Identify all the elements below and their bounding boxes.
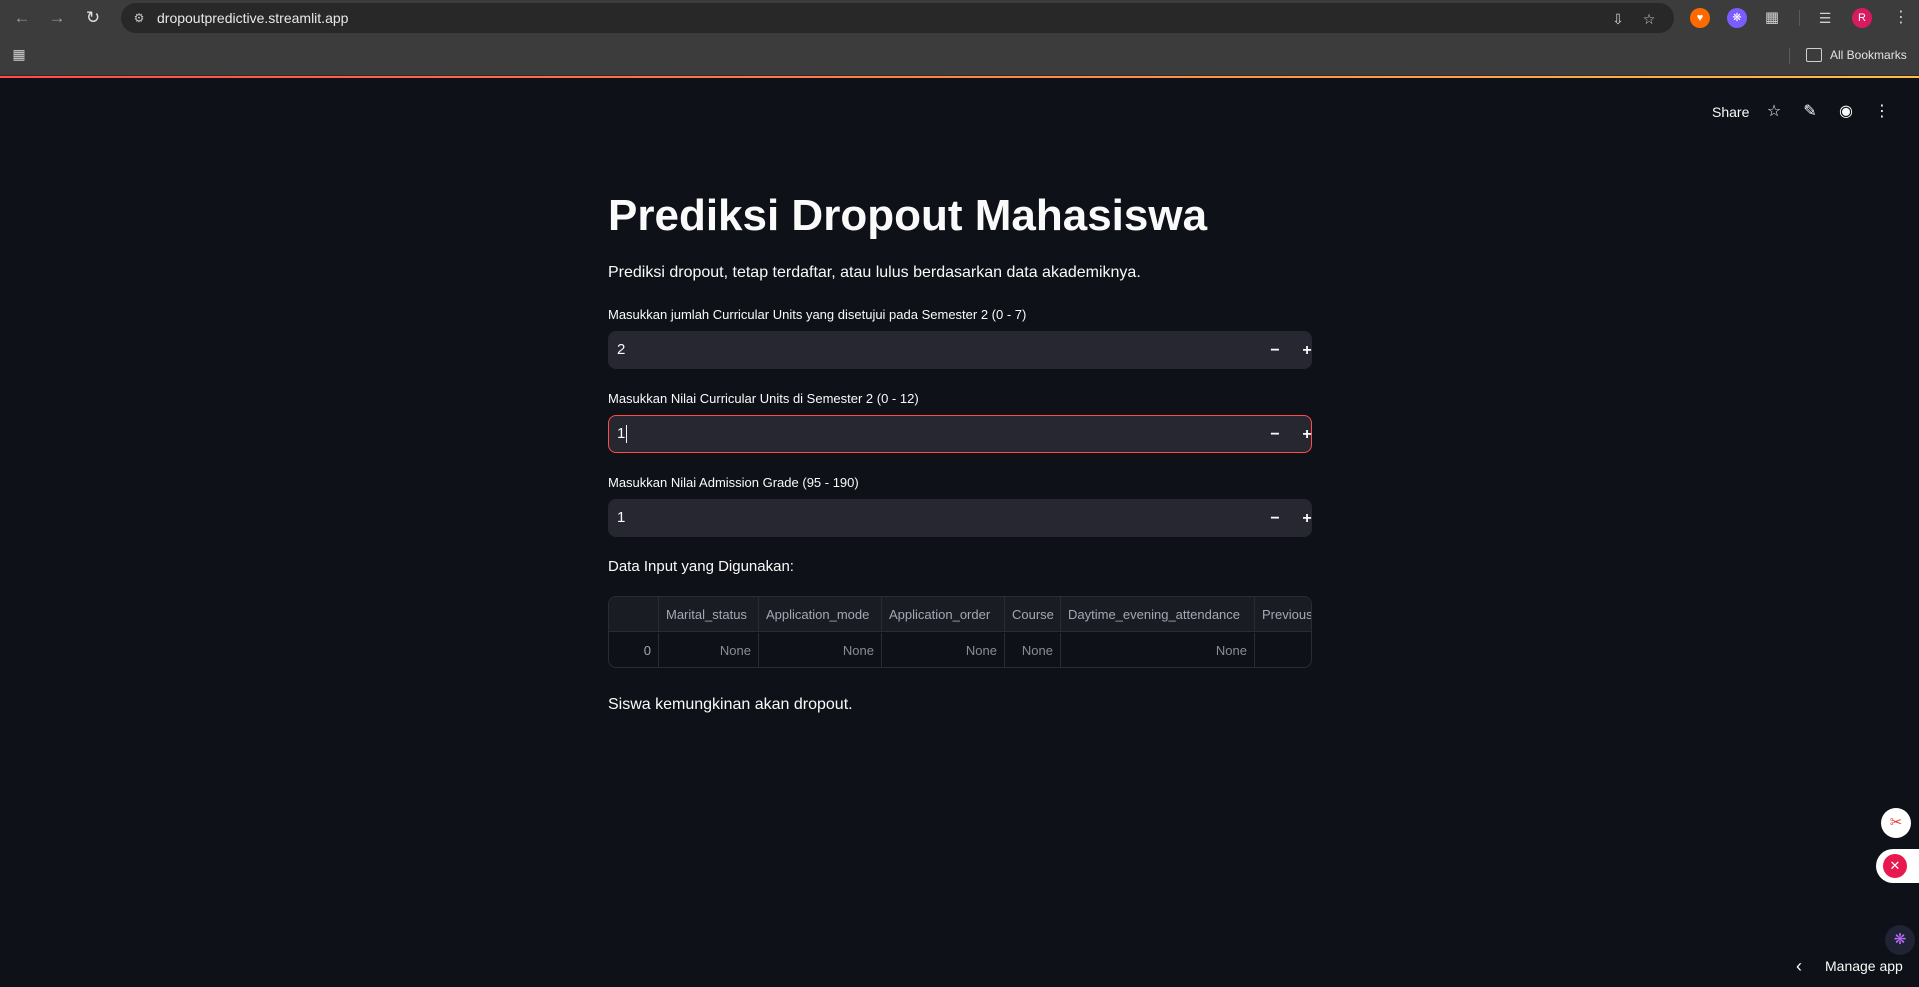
approved-units-input[interactable]: 2 − + [608,331,1312,369]
bookmarks-separator [1789,48,1790,64]
install-app-icon[interactable]: ⇩ [1609,10,1627,28]
all-bookmarks-link[interactable]: All Bookmarks [1830,48,1907,62]
table-cell[interactable]: None [1005,633,1061,667]
table-cell[interactable]: None [759,633,882,667]
chevron-left-icon[interactable]: ‹ [1796,956,1802,977]
site-settings-icon[interactable]: ⚙ [131,10,147,26]
table-cell[interactable] [1255,633,1311,667]
column-header[interactable]: Daytime_evening_attendance [1061,597,1255,632]
reload-icon[interactable]: ↻ [81,6,105,30]
page-subtitle: Prediksi dropout, tetap terdaftar, atau … [608,264,1141,281]
main-menu-icon[interactable]: ⋮ [1872,102,1892,122]
bookmark-star-icon[interactable]: ☆ [1640,10,1658,28]
close-x-icon[interactable]: ✕ [1883,854,1907,878]
edit-pencil-icon[interactable]: ✎ [1800,102,1820,122]
table-cell[interactable]: None [882,633,1005,667]
folder-icon[interactable] [1806,48,1822,62]
star-icon[interactable]: ☆ [1764,102,1784,122]
decrement-button[interactable]: − [1263,423,1287,447]
forward-arrow-icon[interactable]: → [45,6,69,30]
decrement-button[interactable]: − [1263,339,1287,363]
decrement-button[interactable]: − [1263,507,1287,531]
back-arrow-icon[interactable]: ← [10,6,34,30]
prediction-result: Siswa kemungkinan akan dropout. [608,696,853,713]
manage-app-button[interactable]: Manage app [1825,958,1903,974]
input-value[interactable]: 1 [617,509,625,526]
table-cell[interactable]: None [1061,633,1255,667]
table-row: 0 None None None None None [609,633,1311,667]
row-index[interactable]: 0 [609,633,659,667]
reading-list-icon[interactable]: ☰ [1815,8,1835,28]
input-value[interactable]: 2 [617,341,625,358]
app-container: Share ☆ ✎ ◉ ⋮ Prediksi Dropout Mahasiswa… [0,78,1919,987]
profile-avatar[interactable]: R [1852,8,1872,28]
extension-brain-icon[interactable]: ❋ [1727,8,1747,28]
address-bar[interactable]: ⚙ dropoutpredictive.streamlit.app ⇩ ☆ [121,3,1674,33]
input-label-approved-units: Masukkan jumlah Curricular Units yang di… [608,307,1027,322]
table-cell[interactable]: None [659,633,759,667]
column-header[interactable]: Course [1005,597,1061,632]
column-header[interactable]: Previous [1255,597,1311,632]
toolbar-separator [1799,10,1800,26]
column-header[interactable] [609,597,659,632]
increment-button[interactable]: + [1295,423,1319,447]
input-label-admission-grade: Masukkan Nilai Admission Grade (95 - 190… [608,475,859,490]
apps-grid-icon[interactable]: ▦ [11,46,27,62]
browser-toolbar: ← → ↻ ⚙ dropoutpredictive.streamlit.app … [0,0,1919,36]
column-header[interactable]: Application_mode [759,597,882,632]
increment-button[interactable]: + [1295,339,1319,363]
semester-grade-input[interactable]: 1 − + [608,415,1312,453]
increment-button[interactable]: + [1295,507,1319,531]
bookmarks-bar: ▦ All Bookmarks [0,36,1919,76]
admission-grade-input[interactable]: 1 − + [608,499,1312,537]
input-value[interactable]: 1 [617,425,625,442]
share-button[interactable]: Share [1712,104,1749,120]
brain-extension-icon[interactable]: ❋ [1885,925,1915,955]
extensions-puzzle-icon[interactable]: ▦ [1762,8,1782,28]
data-input-heading: Data Input yang Digunakan: [608,558,794,575]
column-header[interactable]: Marital_status [659,597,759,632]
input-dataframe[interactable]: Marital_status Application_mode Applicat… [608,596,1312,668]
browser-menu-icon[interactable]: ⋮ [1893,7,1909,29]
github-icon[interactable]: ◉ [1836,102,1856,122]
column-header[interactable]: Application_order [882,597,1005,632]
scissors-icon[interactable]: ✂ [1881,808,1911,838]
table-header-row: Marital_status Application_mode Applicat… [609,597,1311,632]
text-caret [626,425,627,443]
url-text[interactable]: dropoutpredictive.streamlit.app [157,10,348,26]
input-label-semester-grade: Masukkan Nilai Curricular Units di Semes… [608,391,919,406]
page-title: Prediksi Dropout Mahasiswa [608,191,1208,240]
extension-icon-1[interactable]: ♥ [1690,8,1710,28]
floating-extension-widget[interactable]: ✕ [1876,849,1919,883]
